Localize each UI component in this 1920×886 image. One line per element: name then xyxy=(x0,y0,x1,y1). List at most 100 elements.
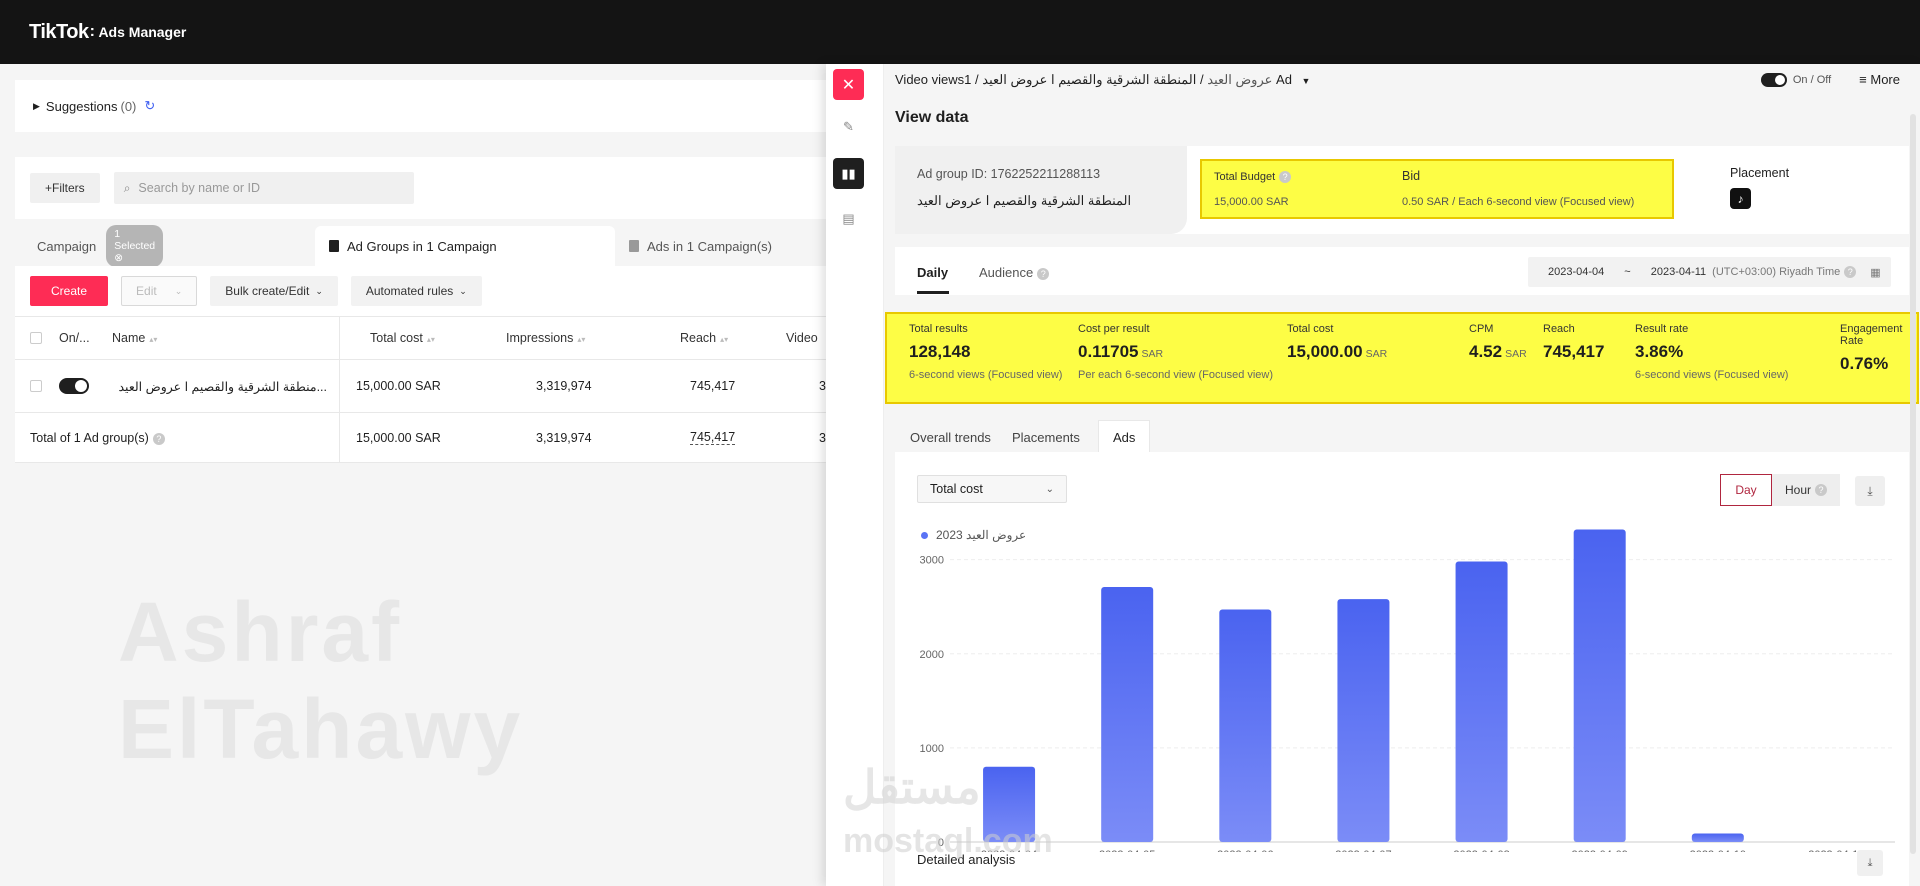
calendar-icon[interactable]: ▦ xyxy=(1870,266,1880,279)
mostaql-url-watermark: mostaql.com xyxy=(843,822,1053,860)
create-button[interactable]: Create xyxy=(30,276,109,306)
breadcrumb-ad-group[interactable]: المنطقة الشرقية والقصيم ا عروض العيد xyxy=(982,72,1196,87)
sort-icon[interactable]: ▴▾ xyxy=(720,335,728,344)
edit-button[interactable]: Edit ⌄ xyxy=(121,276,198,306)
more-button[interactable]: ≡ More xyxy=(1859,72,1900,87)
total-reach[interactable]: 745,417 xyxy=(690,430,736,445)
tab-placements[interactable]: Placements xyxy=(1012,430,1080,445)
tiktok-icon: ♪ xyxy=(1730,188,1751,209)
bar-2023-04-07[interactable] xyxy=(1337,599,1390,842)
row-name[interactable]: ...منطقة الشرقية والقصيم ا عروض العيد xyxy=(112,379,327,394)
caret-right-icon[interactable]: ▶ xyxy=(33,101,40,112)
metric-value: 128,148 xyxy=(909,342,1062,362)
header-reach[interactable]: Reach ▴▾ xyxy=(680,331,728,345)
help-icon[interactable]: ? xyxy=(152,432,165,445)
selected-badge-label: 1 Selected xyxy=(114,228,156,252)
date-range-picker[interactable]: 2023-04-04 ~ 2023-04-11 (UTC+03:00) Riya… xyxy=(1528,257,1891,287)
sort-icon[interactable]: ▴▾ xyxy=(577,335,585,344)
bar-2023-04-05[interactable] xyxy=(1101,586,1154,842)
header-name[interactable]: Name ▴▾ xyxy=(112,331,157,345)
document-icon[interactable]: ▤ xyxy=(833,203,864,234)
metric-number: 0.11705 xyxy=(1078,342,1139,361)
ads-manager-main: ▶ Suggestions (0) ↻ +Filters ⌕ Search by… xyxy=(0,64,826,886)
mostaql-watermark: مستقل xyxy=(843,761,981,813)
header-video[interactable]: Video xyxy=(786,331,818,345)
total-impressions: 3,319,974 xyxy=(536,430,592,445)
row-impressions: 3,319,974 xyxy=(536,379,592,393)
bid-value: 0.50 SAR / Each 6-second view (Focused v… xyxy=(1402,196,1635,208)
row-total-cost: 15,000.00 SAR xyxy=(356,379,441,393)
select-all-checkbox[interactable] xyxy=(30,332,42,344)
chart-card: Total cost ⌄ Day Hour? ⤓ عروض العيد 2023… xyxy=(895,452,1909,886)
header-reach-label: Reach xyxy=(680,331,717,345)
metric-label: Total cost xyxy=(1287,323,1334,335)
sort-icon[interactable]: ▴▾ xyxy=(427,335,435,344)
bar-chart: 01000200030002023-04-042023-04-052023-04… xyxy=(920,529,1895,852)
help-icon[interactable]: ? xyxy=(1037,268,1050,280)
tab-daily[interactable]: Daily xyxy=(917,265,948,280)
bulk-create-button[interactable]: Bulk create/Edit ⌄ xyxy=(210,276,338,306)
table-row[interactable]: ...منطقة الشرقية والقصيم ا عروض العيد 15… xyxy=(15,360,826,413)
bar-2023-04-09[interactable] xyxy=(1573,529,1626,842)
suggestions-bar[interactable]: ▶ Suggestions (0) ↻ xyxy=(15,80,826,132)
search-input[interactable]: ⌕ Search by name or ID xyxy=(113,172,414,204)
bar-2023-04-08[interactable] xyxy=(1455,561,1508,842)
header-total-cost[interactable]: Total cost ▴▾ xyxy=(370,331,435,345)
ad-groups-table: On/... Name ▴▾ Total cost ▴▾ Impressions ▴▾… xyxy=(15,316,826,463)
tab-ad-groups[interactable]: Ad Groups in 1 Campaign xyxy=(315,226,615,266)
help-icon[interactable]: ? xyxy=(1279,171,1292,183)
header-impressions-label: Impressions xyxy=(506,331,574,345)
breadcrumb-sep: / xyxy=(1200,72,1204,87)
bar-2023-04-06[interactable] xyxy=(1219,609,1272,842)
tab-campaign[interactable]: Campaign 1 Selected ⊗ xyxy=(15,225,175,267)
level-tabs: Campaign 1 Selected ⊗ Ad Groups in 1 Cam… xyxy=(15,224,826,267)
ad-group-id-box xyxy=(895,146,1187,234)
breadcrumb-campaign[interactable]: عروض العيد xyxy=(1207,72,1272,87)
edit-pencil-icon[interactable]: ✎ xyxy=(833,111,864,142)
metric-value: 4.52 SAR xyxy=(1469,342,1527,362)
help-icon[interactable]: ? xyxy=(1844,266,1857,278)
metric-number: 745,417 xyxy=(1543,342,1605,361)
bar-2023-04-10[interactable] xyxy=(1691,833,1744,842)
panel-scrollbar[interactable] xyxy=(1910,114,1916,854)
ad-group-name: المنطقة الشرقية والقصيم ا عروض العيد xyxy=(917,193,1132,208)
budget-label-text: Total Budget xyxy=(1214,171,1276,183)
ads-manager-label: Ads Manager xyxy=(98,24,187,40)
total-label-text: Total of 1 Ad group(s) xyxy=(30,430,149,445)
ad-group-info-card: Ad group ID: 1762252211288113 المنطقة ال… xyxy=(895,146,1909,234)
close-icon[interactable]: ✕ xyxy=(833,69,864,100)
tab-ads-chart[interactable]: Ads xyxy=(1098,420,1151,452)
sort-icon[interactable]: ▴▾ xyxy=(149,335,157,344)
tiktok-logo[interactable]: TikTok xyxy=(29,21,89,44)
x-tick-label: 2023-04-05 xyxy=(1099,849,1155,852)
breadcrumb-objective[interactable]: Video views xyxy=(895,72,964,87)
table-toolbar: Create Edit ⌄ Bulk create/Edit ⌄ Automated… xyxy=(15,266,826,316)
metric-reach: Reach 745,417 xyxy=(1543,323,1607,369)
export-icon[interactable]: ⤓ xyxy=(1857,850,1883,876)
breadcrumb-sep: / xyxy=(975,72,979,87)
filters-button[interactable]: +Filters xyxy=(30,173,100,203)
placement-label: Placement xyxy=(1730,166,1790,180)
header-total-cost-label: Total cost xyxy=(370,331,423,345)
refresh-icon[interactable]: ↻ xyxy=(144,98,155,114)
x-tick-label: 2023-04-11 xyxy=(1808,849,1863,852)
row-status-toggle[interactable] xyxy=(59,378,89,394)
on-off-toggle[interactable] xyxy=(1760,72,1787,87)
header-impressions[interactable]: Impressions ▴▾ xyxy=(506,331,585,345)
metric-subtext: 6-second views (Focused view) xyxy=(909,369,1063,381)
budget-label: Total Budget? xyxy=(1214,171,1292,183)
metric-unit: SAR xyxy=(1141,348,1164,360)
caret-down-icon[interactable]: ▼ xyxy=(1302,76,1311,86)
selected-badge[interactable]: 1 Selected ⊗ xyxy=(106,225,164,267)
ad-group-id: Ad group ID: 1762252211288113 xyxy=(917,167,1101,181)
row-checkbox[interactable] xyxy=(30,380,42,392)
bar-chart-icon[interactable]: ▮▮ xyxy=(833,158,864,189)
automated-rules-button[interactable]: Automated rules ⌄ xyxy=(350,276,482,306)
tab-ads[interactable]: Ads in 1 Campaign(s) xyxy=(615,226,786,266)
metric-label: Cost per result xyxy=(1078,323,1150,335)
total-label: Total of 1 Ad group(s)? xyxy=(30,431,165,445)
tab-audience[interactable]: Audience? xyxy=(979,265,1050,280)
tab-overall-trends[interactable]: Overall trends xyxy=(910,430,991,445)
top-bar: TikTok: Ads Manager xyxy=(0,0,1920,64)
x-tick-label: 2023-04-06 xyxy=(1217,849,1273,852)
